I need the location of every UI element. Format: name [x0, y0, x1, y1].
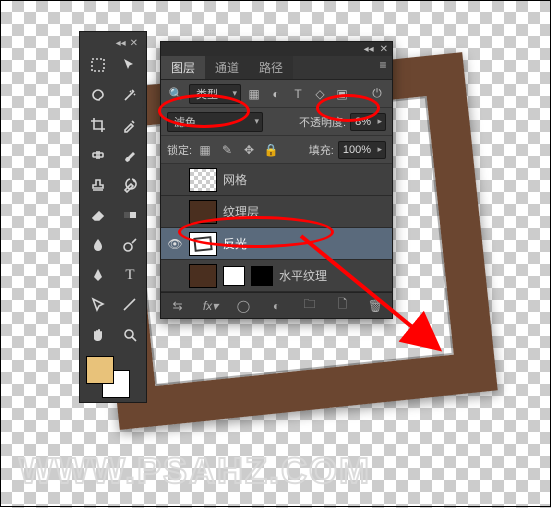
path-select-tool[interactable] — [84, 292, 112, 318]
close-icon[interactable]: ✕ — [380, 44, 388, 55]
filter-adjust-icon[interactable]: ◐ — [267, 85, 285, 103]
lock-all-icon[interactable]: 🔒 — [262, 141, 280, 159]
layer-row[interactable]: 👁 反光 — [161, 228, 392, 260]
opacity-label: 不透明度: — [299, 114, 346, 130]
marquee-tool[interactable] — [84, 52, 112, 78]
fx-icon[interactable]: fx▾ — [201, 299, 221, 313]
tab-channels[interactable]: 通道 — [205, 56, 249, 79]
filter-smart-icon[interactable]: ▣ — [333, 85, 351, 103]
blur-tool[interactable] — [84, 232, 112, 258]
layer-row[interactable]: 水平纹理 — [161, 260, 392, 292]
lock-trans-icon[interactable]: ▦ — [196, 141, 214, 159]
layers-bottom-bar: ⇆ fx▾ ◯ ◐ 🗀 🗋 🗑 — [161, 292, 392, 318]
filter-shape-icon[interactable]: ◇ — [311, 85, 329, 103]
group-icon[interactable]: 🗀 — [300, 295, 320, 316]
blend-row: 滤色 不透明度: 8% — [161, 108, 392, 136]
mask-thumb[interactable] — [223, 266, 245, 286]
layer-name: 网格 — [223, 171, 247, 188]
fill-input[interactable]: 100% — [338, 141, 386, 159]
tools-panel-header: ◂◂ ✕ — [84, 38, 142, 52]
filter-toggle-icon[interactable]: ⏻ — [368, 85, 386, 103]
pen-tool[interactable] — [84, 262, 112, 288]
collapse-icon[interactable]: ◂◂ — [364, 44, 374, 55]
brush-tool[interactable] — [116, 142, 144, 168]
gradient-tool[interactable] — [116, 202, 144, 228]
heal-tool[interactable] — [84, 142, 112, 168]
tab-layers[interactable]: 图层 — [161, 56, 205, 79]
layer-thumb[interactable] — [189, 232, 217, 256]
link-icon[interactable]: ⇆ — [168, 299, 188, 313]
layer-list: 网格 纹理层 👁 反光 水平纹理 — [161, 164, 392, 292]
panel-menu-icon[interactable]: ≡ — [374, 56, 392, 74]
layers-panel: ◂◂ ✕ 图层 通道 路径 ≡ 🔍 类型 ▦ ◐ T ◇ ▣ ⏻ 滤色 不透明度… — [160, 41, 393, 319]
move-tool[interactable] — [116, 52, 144, 78]
collapse-icon[interactable]: ◂◂ — [116, 38, 126, 48]
layer-thumb[interactable] — [189, 264, 217, 288]
new-layer-icon[interactable]: 🗋 — [333, 295, 353, 316]
panel-tabs: 图层 通道 路径 ≡ — [161, 56, 392, 80]
shape-tool[interactable] — [116, 292, 144, 318]
lock-row: 锁定: ▦ ✎ ✥ 🔒 填充: 100% — [161, 136, 392, 164]
opacity-input[interactable]: 8% — [350, 113, 386, 131]
lasso-tool[interactable] — [84, 82, 112, 108]
layer-row[interactable]: 网格 — [161, 164, 392, 196]
eyedropper-tool[interactable] — [116, 112, 144, 138]
wand-tool[interactable] — [116, 82, 144, 108]
lock-label: 锁定: — [167, 142, 192, 158]
lock-move-icon[interactable]: ✥ — [240, 141, 258, 159]
mask-icon[interactable]: ◯ — [234, 299, 254, 313]
tab-paths[interactable]: 路径 — [249, 56, 293, 79]
type-tool[interactable]: T — [116, 262, 144, 288]
layer-thumb[interactable] — [189, 168, 217, 192]
adjustment-icon[interactable]: ◐ — [267, 299, 287, 313]
tools-panel: ◂◂ ✕ T — [79, 31, 147, 403]
foreground-color[interactable] — [86, 356, 114, 384]
fill-label: 填充: — [309, 142, 334, 158]
layers-panel-header: ◂◂ ✕ — [161, 42, 392, 56]
layer-row[interactable]: 纹理层 — [161, 196, 392, 228]
stamp-tool[interactable] — [84, 172, 112, 198]
search-icon[interactable]: 🔍 — [167, 85, 185, 103]
filter-row: 🔍 类型 ▦ ◐ T ◇ ▣ ⏻ — [161, 80, 392, 108]
watermark: WWW.PSAHZ.COM — [19, 450, 371, 492]
filter-type-icon[interactable]: T — [289, 85, 307, 103]
dodge-tool[interactable] — [116, 232, 144, 258]
close-icon[interactable]: ✕ — [130, 38, 138, 48]
lock-paint-icon[interactable]: ✎ — [218, 141, 236, 159]
eye-icon[interactable]: 👁 — [167, 237, 183, 251]
hand-tool[interactable] — [84, 322, 112, 348]
eraser-tool[interactable] — [84, 202, 112, 228]
layer-name: 水平纹理 — [279, 267, 327, 284]
zoom-tool[interactable] — [116, 322, 144, 348]
tool-grid: T — [84, 52, 142, 348]
blend-mode-select[interactable]: 滤色 — [167, 112, 263, 132]
layer-thumb[interactable] — [189, 200, 217, 224]
layer-kind-select[interactable]: 类型 — [189, 84, 241, 104]
history-brush-tool[interactable] — [116, 172, 144, 198]
color-swatches[interactable] — [84, 354, 144, 398]
layer-name: 纹理层 — [223, 203, 259, 220]
mask-thumb[interactable] — [251, 266, 273, 286]
delete-icon[interactable]: 🗑 — [366, 299, 386, 313]
crop-tool[interactable] — [84, 112, 112, 138]
filter-pixel-icon[interactable]: ▦ — [245, 85, 263, 103]
layer-name: 反光 — [223, 235, 247, 252]
